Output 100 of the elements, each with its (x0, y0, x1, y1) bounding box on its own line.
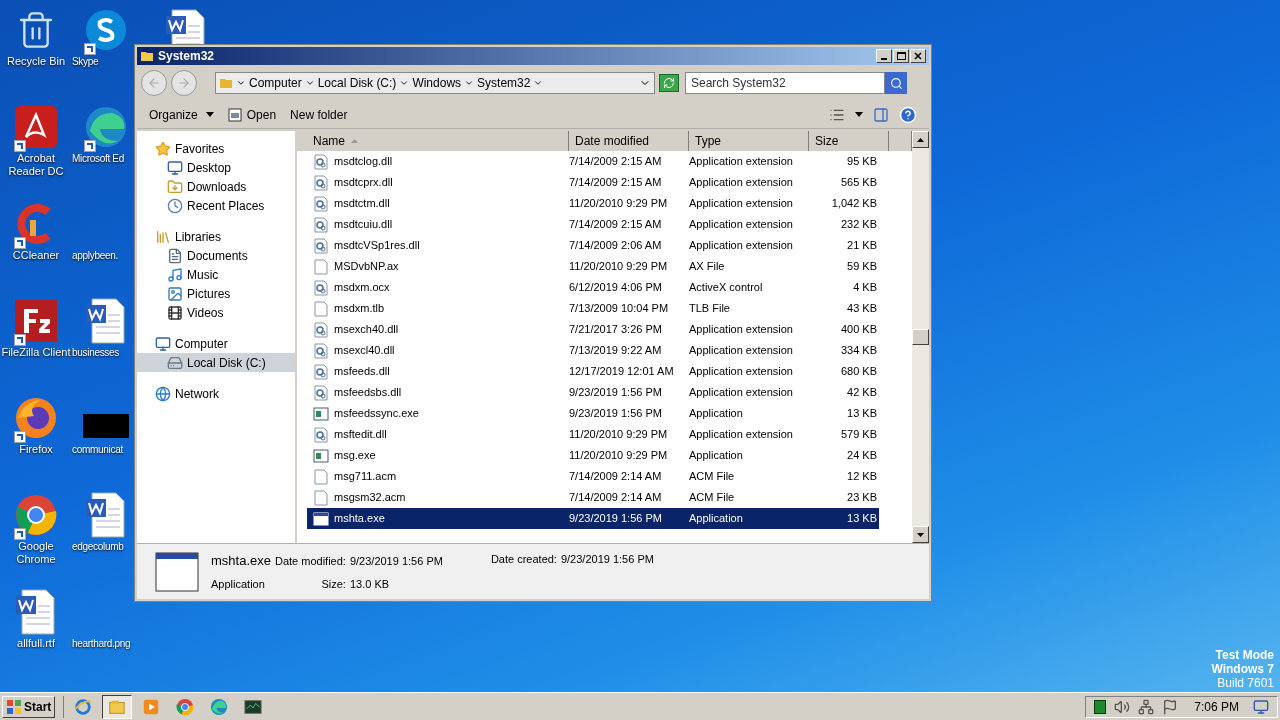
caret-icon[interactable] (399, 78, 410, 88)
toolbar-button[interactable]: Organize (149, 105, 214, 124)
date-cell-text: 6/12/2019 4:06 PM (568, 280, 663, 296)
file-row[interactable]: msfeeds.dll 12/17/2019 12:01 AM Application extension 680 KB (307, 361, 879, 382)
file-row[interactable]: msg.exe 11/20/2010 9:29 PM Application 24 KB (307, 445, 879, 466)
file-row[interactable]: mshta.exe 9/23/2019 1:56 PM Application 13 KB (307, 508, 879, 529)
system-watermark-text: Windows 7 (1211, 662, 1274, 676)
file-row[interactable]: msexch40.dll 7/21/2017 3:26 PM Application extension 400 KB (307, 319, 879, 340)
nav-item[interactable]: Videos (137, 303, 295, 322)
caret-icon[interactable] (205, 112, 214, 117)
search-field[interactable]: Search System32 (685, 72, 885, 94)
windows-logo-icon[interactable] (6, 698, 22, 715)
column-header[interactable]: Size (809, 131, 889, 151)
refresh-button[interactable] (659, 74, 679, 92)
library-icon (155, 228, 171, 245)
desktop-icon-label: FileZilla Client (0, 346, 72, 359)
size-cell-text: 13 KB (846, 406, 878, 422)
file-row[interactable]: msgsm32.acm 7/14/2009 2:14 AM ACM File 23 KB (307, 487, 879, 508)
status-icon[interactable] (1094, 699, 1107, 714)
size-cell-text: 680 KB (839, 364, 878, 380)
maximize-button[interactable] (893, 49, 909, 63)
breadcrumb[interactable]: Windows (412, 74, 462, 92)
minimize-button[interactable] (876, 49, 892, 63)
caret-icon[interactable] (304, 78, 315, 88)
date-cell-text: 11/20/2010 9:29 PM (568, 448, 669, 464)
file-row[interactable]: MSDvbNP.ax 11/20/2010 9:29 PM AX File 59 KB (307, 256, 879, 277)
preview-pane-icon[interactable] (873, 106, 889, 123)
down-arrow-icon[interactable] (917, 532, 924, 537)
nav-item[interactable]: Recent Places (137, 196, 295, 215)
network-icon[interactable] (1138, 698, 1155, 715)
close-button[interactable] (910, 49, 926, 63)
column-header[interactable]: Date modified (569, 131, 689, 151)
scrollbar[interactable] (912, 131, 929, 543)
file-row[interactable]: msdtctm.dll 11/20/2010 9:29 PM Application extension 1,042 KB (307, 193, 879, 214)
gear-file-icon (313, 426, 329, 443)
column-header[interactable]: Type (689, 131, 809, 151)
nav-item[interactable]: Network (137, 384, 295, 403)
scrollbar-thumb[interactable] (912, 329, 929, 345)
date-cell-text: 7/21/2017 3:26 PM (568, 322, 663, 338)
close-icon[interactable] (914, 52, 922, 60)
size-cell-text: 565 KB (839, 175, 878, 191)
breadcrumb[interactable]: Computer (249, 74, 302, 92)
file-row[interactable]: msexcl40.dll 7/13/2019 9:22 AM Application extension 334 KB (307, 340, 879, 361)
desktop-icon-label: Skype (72, 55, 99, 68)
file-row[interactable]: msdtclog.dll 7/14/2009 2:15 AM Application extension 95 KB (307, 151, 879, 172)
file-name: msexcl40.dll (334, 343, 395, 359)
file-row[interactable]: msdtcVSp1res.dll 7/14/2009 2:06 AM Application extension 21 KB (307, 235, 879, 256)
nav-item[interactable]: Downloads (137, 177, 295, 196)
type-cell-text: Application extension (688, 385, 794, 401)
breadcrumb[interactable]: Local Disk (C:) (317, 74, 397, 92)
monitor-icon (167, 159, 183, 176)
nav-item[interactable]: Libraries (137, 227, 295, 246)
file-row[interactable]: msdxm.tlb 7/13/2009 10:04 PM TLB File 43 KB (307, 298, 879, 319)
speaker-icon[interactable] (1114, 698, 1131, 715)
desktop-icon-label: Google Chrome (15, 540, 57, 566)
file-row[interactable]: msg711.acm 7/14/2009 2:14 AM ACM File 12 KB (307, 466, 879, 487)
file-row[interactable]: msftedit.dll 11/20/2010 9:29 PM Application extension 579 KB (307, 424, 879, 445)
nav-item[interactable]: Documents (137, 246, 295, 265)
caret-icon[interactable] (855, 112, 863, 117)
toolbar-button[interactable]: Open (227, 105, 277, 124)
caret-icon[interactable] (533, 78, 544, 88)
address-bar[interactable]: Computer Local Disk (C:) Windows System32 (215, 72, 655, 94)
file-row[interactable]: msdxm.ocx 6/12/2019 4:06 PM ActiveX control 4 KB (307, 277, 879, 298)
size-cell-text: 232 KB (839, 217, 878, 233)
refresh-icon[interactable] (663, 77, 675, 89)
app-icon[interactable] (176, 697, 195, 716)
network-icon (155, 385, 171, 402)
nav-item[interactable]: Local Disk (C:) (137, 353, 295, 372)
type-cell-text: Application extension (688, 322, 794, 338)
file-row[interactable]: msfeedssync.exe 9/23/2019 1:56 PM Application 13 KB (307, 403, 879, 424)
caret-icon[interactable] (464, 78, 475, 88)
caret-icon[interactable] (236, 78, 246, 88)
file-row[interactable]: msdtcprx.dll 7/14/2009 2:15 AM Application extension 565 KB (307, 172, 879, 193)
gear-file-icon (313, 321, 329, 338)
type-cell-text: TLB File (688, 301, 731, 317)
nav-item[interactable]: Pictures (137, 284, 295, 303)
show-desktop-icon[interactable] (1253, 698, 1269, 715)
size-cell-text: 21 KB (846, 238, 878, 254)
nav-item[interactable]: Computer (137, 334, 295, 353)
desktop-icon-label: CCleaner (11, 249, 61, 262)
nav-item[interactable]: Desktop (137, 158, 295, 177)
help-icon[interactable] (899, 105, 917, 124)
flag-icon[interactable] (1162, 698, 1179, 715)
toolbar-button[interactable]: New folder (290, 105, 348, 124)
taskbar-app[interactable] (102, 694, 133, 719)
nav-item[interactable]: Music (137, 265, 295, 284)
nav-item[interactable]: Favorites (137, 139, 295, 158)
column-header[interactable]: Name (307, 131, 569, 151)
up-arrow-icon[interactable] (917, 137, 924, 142)
app-icon[interactable] (244, 697, 263, 716)
date-cell-text: 11/20/2010 9:29 PM (568, 427, 669, 443)
folder-icon (167, 178, 183, 195)
clock[interactable]: 7:06 PM (1194, 697, 1239, 716)
file-name: mshta.exe (334, 511, 385, 527)
file-row[interactable]: msfeedsbs.dll 9/23/2019 1:56 PM Application extension 42 KB (307, 382, 879, 403)
open-icon[interactable] (227, 107, 242, 122)
type-cell-text: Application extension (688, 217, 794, 233)
file-row[interactable]: msdtcuiu.dll 7/14/2009 2:15 AM Application extension 232 KB (307, 214, 879, 235)
breadcrumb[interactable]: System32 (477, 74, 531, 92)
start-button[interactable]: Start (2, 695, 56, 718)
